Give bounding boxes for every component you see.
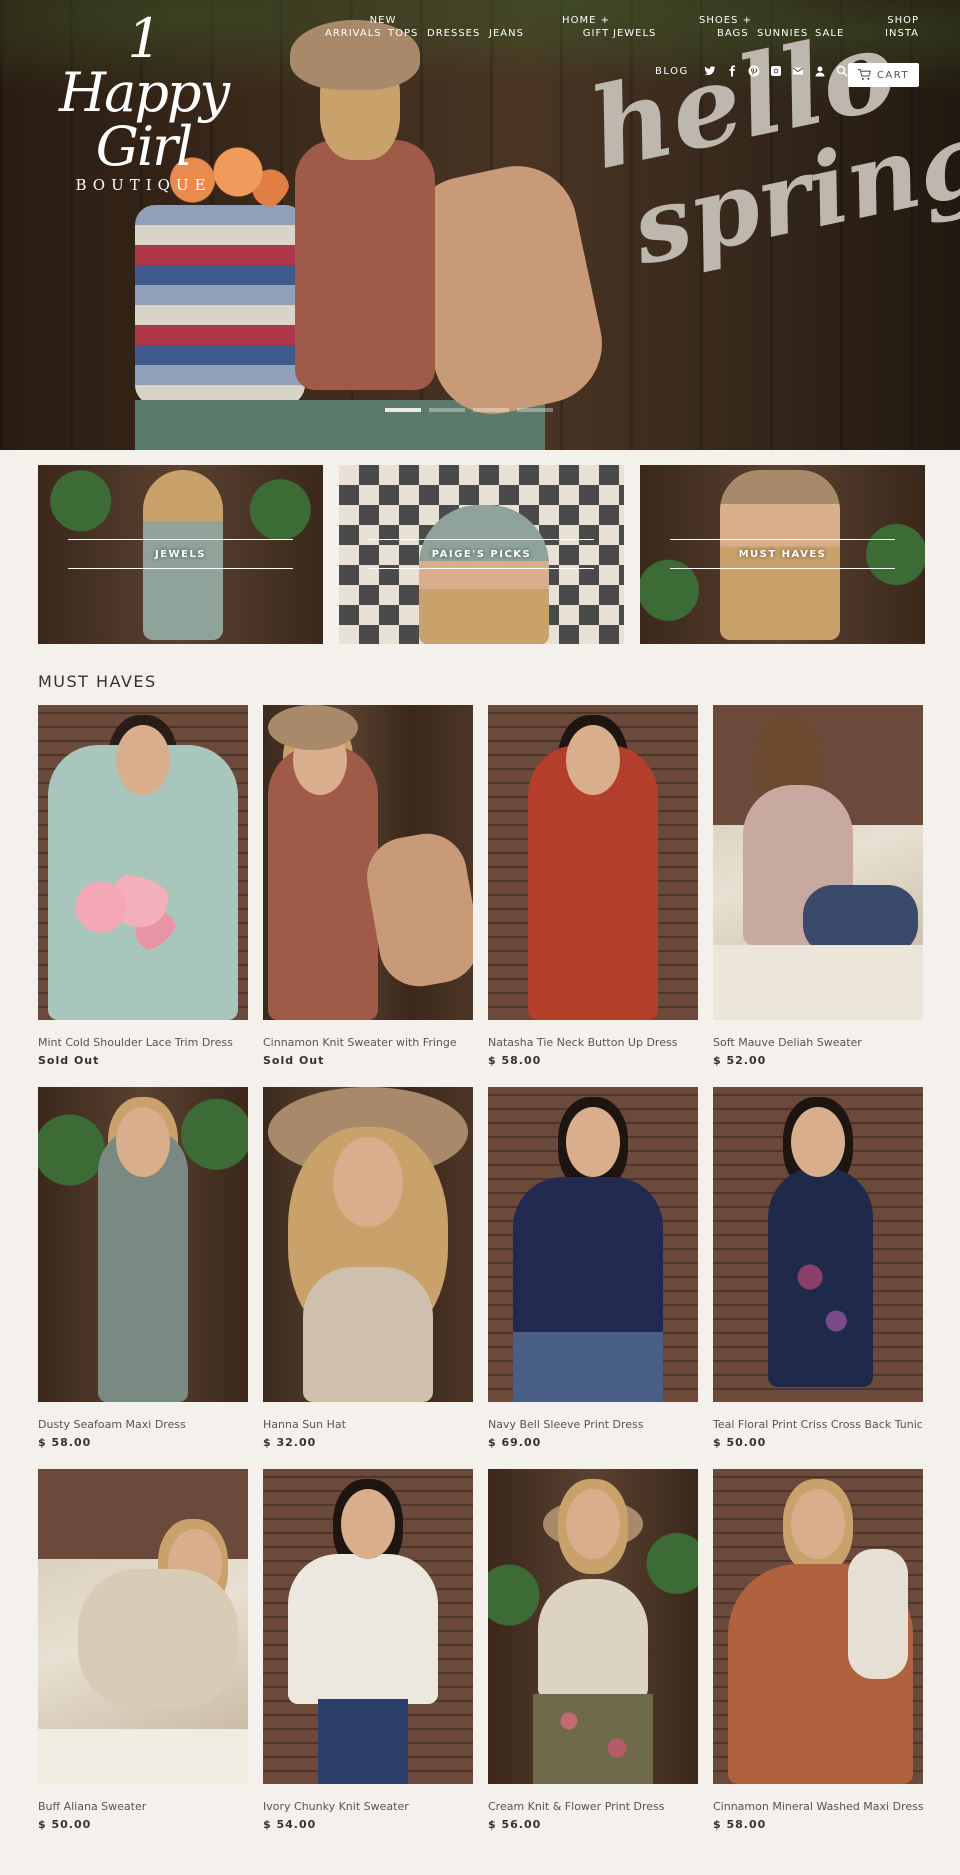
collection-tile-must-haves[interactable]: MUST HAVES <box>640 465 925 644</box>
product-price: $ 52.00 <box>713 1054 767 1067</box>
product-card[interactable]: Navy Bell Sleeve Print Dress $ 69.00 <box>488 1087 698 1469</box>
product-image <box>38 705 248 1020</box>
collection-label-text: JEWELS <box>155 548 206 560</box>
collection-label: PAIGE'S PICKS <box>369 539 594 569</box>
product-image <box>263 1469 473 1784</box>
product-price: $ 54.00 <box>263 1818 317 1831</box>
product-title: Teal Floral Print Criss Cross Back Tunic <box>713 1418 923 1431</box>
product-image <box>488 705 698 1020</box>
product-price: Sold Out <box>263 1054 325 1067</box>
main-nav: NEW ARRIVALS TOPS DRESSES JEANS HOME + G… <box>0 14 960 44</box>
nav-jeans[interactable]: JEANS <box>489 27 524 40</box>
collection-label: JEWELS <box>68 539 293 569</box>
product-image <box>488 1087 698 1402</box>
product-title: Ivory Chunky Knit Sweater <box>263 1800 409 1813</box>
collection-model <box>419 505 549 644</box>
product-price: $ 58.00 <box>488 1054 542 1067</box>
nav-shop-insta[interactable]: SHOP INSTA <box>880 14 919 40</box>
product-card[interactable]: Mint Cold Shoulder Lace Trim Dress Sold … <box>38 705 248 1087</box>
product-image <box>713 1087 923 1402</box>
nav-shop-insta-line1: SHOP <box>887 15 919 26</box>
cart-icon <box>857 69 871 80</box>
product-card[interactable]: Ivory Chunky Knit Sweater $ 54.00 <box>263 1469 473 1851</box>
twitter-icon[interactable] <box>701 62 719 80</box>
product-image <box>713 1469 923 1784</box>
nav-shop-insta-line2: INSTA <box>885 28 919 39</box>
product-image <box>38 1087 248 1402</box>
product-price: $ 56.00 <box>488 1818 542 1831</box>
product-image <box>263 705 473 1020</box>
product-card[interactable]: Buff Aliana Sweater $ 50.00 <box>38 1469 248 1851</box>
nav-shoes-bags-line2: BAGS <box>717 28 749 39</box>
nav-home-gift-line1: HOME + <box>562 15 610 26</box>
nav-dresses[interactable]: DRESSES <box>427 27 480 40</box>
hero-model <box>280 20 614 426</box>
nav-sale[interactable]: SALE <box>815 27 844 40</box>
collection-tiles: JEWELS PAIGE'S PICKS MUST HAVES <box>38 465 925 644</box>
product-price: $ 50.00 <box>713 1436 767 1449</box>
nav-home-gift[interactable]: HOME + GIFT <box>561 14 611 40</box>
slide-dot-2[interactable] <box>429 408 465 412</box>
product-title: Navy Bell Sleeve Print Dress <box>488 1418 644 1431</box>
product-card[interactable]: Cream Knit & Flower Print Dress $ 56.00 <box>488 1469 698 1851</box>
product-image <box>488 1469 698 1784</box>
nav-jewels[interactable]: JEWELS <box>613 27 656 40</box>
product-price: $ 69.00 <box>488 1436 542 1449</box>
product-title: Hanna Sun Hat <box>263 1418 346 1431</box>
nav-home-gift-line2: GIFT <box>582 28 610 39</box>
slide-dot-4[interactable] <box>517 408 553 412</box>
product-card[interactable]: Cinnamon Knit Sweater with Fringe Sold O… <box>263 705 473 1087</box>
logo-subtitle: BOUTIQUE <box>75 176 212 194</box>
slide-dot-3[interactable] <box>473 408 509 412</box>
cart-label: CART <box>876 69 910 81</box>
product-image <box>713 705 923 1020</box>
collection-label: MUST HAVES <box>670 539 895 569</box>
collection-tile-jewels[interactable]: JEWELS <box>38 465 323 644</box>
product-price: $ 32.00 <box>263 1436 317 1449</box>
product-title: Cinnamon Knit Sweater with Fringe <box>263 1036 457 1049</box>
product-title: Buff Aliana Sweater <box>38 1800 147 1813</box>
slideshow-indicators <box>385 408 553 412</box>
product-price: $ 50.00 <box>38 1818 92 1831</box>
slide-dot-1[interactable] <box>385 408 421 412</box>
product-image <box>38 1469 248 1784</box>
product-price: Sold Out <box>38 1054 100 1067</box>
product-card[interactable]: Teal Floral Print Criss Cross Back Tunic… <box>713 1087 923 1469</box>
product-title: Mint Cold Shoulder Lace Trim Dress <box>38 1036 233 1049</box>
nav-tops[interactable]: TOPS <box>388 27 418 40</box>
product-card[interactable]: Dusty Seafoam Maxi Dress $ 58.00 <box>38 1087 248 1469</box>
product-title: Cinnamon Mineral Washed Maxi Dress <box>713 1800 924 1813</box>
utility-bar: BLOG <box>655 62 853 80</box>
pinterest-icon[interactable] <box>745 62 763 80</box>
product-grid: Mint Cold Shoulder Lace Trim Dress Sold … <box>38 705 924 1851</box>
product-price: $ 58.00 <box>38 1436 92 1449</box>
nav-shoes-bags-line1: SHOES + <box>699 15 752 26</box>
product-title: Soft Mauve Deliah Sweater <box>713 1036 862 1049</box>
product-card[interactable]: Hanna Sun Hat $ 32.00 <box>263 1087 473 1469</box>
facebook-icon[interactable] <box>723 62 741 80</box>
nav-new-arrivals-line1: NEW <box>369 15 397 26</box>
cart-button[interactable]: CART <box>848 63 919 87</box>
product-price: $ 58.00 <box>713 1818 767 1831</box>
instagram-icon[interactable] <box>767 62 785 80</box>
product-title: Dusty Seafoam Maxi Dress <box>38 1418 186 1431</box>
product-card[interactable]: Soft Mauve Deliah Sweater $ 52.00 <box>713 705 923 1087</box>
collection-label-text: MUST HAVES <box>738 548 827 560</box>
nav-shoes-bags[interactable]: SHOES + BAGS <box>699 14 754 40</box>
mail-icon[interactable] <box>789 62 807 80</box>
account-icon[interactable] <box>811 62 829 80</box>
product-title: Cream Knit & Flower Print Dress <box>488 1800 665 1813</box>
nav-sunnies[interactable]: SUNNIES <box>757 27 808 40</box>
blog-link[interactable]: BLOG <box>655 66 689 77</box>
collection-tile-paiges-picks[interactable]: PAIGE'S PICKS <box>339 465 624 644</box>
product-title: Natasha Tie Neck Button Up Dress <box>488 1036 678 1049</box>
product-card[interactable]: Cinnamon Mineral Washed Maxi Dress $ 58.… <box>713 1469 924 1851</box>
section-title: MUST HAVES <box>38 672 157 691</box>
collection-label-text: PAIGE'S PICKS <box>431 548 532 560</box>
product-image <box>263 1087 473 1402</box>
product-card[interactable]: Natasha Tie Neck Button Up Dress $ 58.00 <box>488 705 698 1087</box>
